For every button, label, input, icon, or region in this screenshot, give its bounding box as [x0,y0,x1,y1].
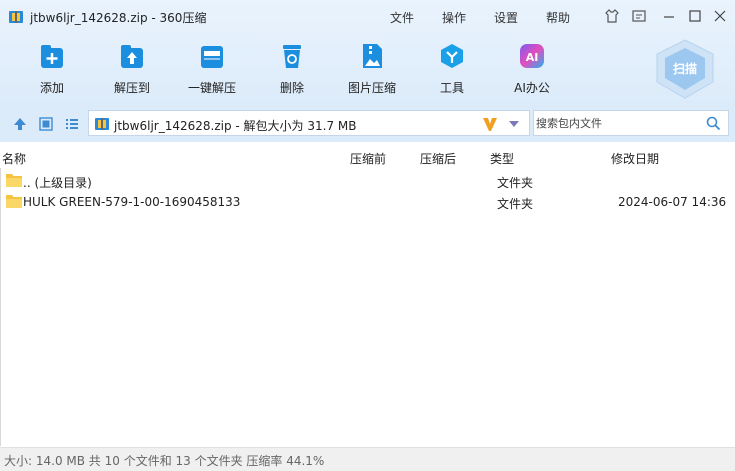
ai-office-icon: AI [520,44,544,68]
up-arrow-icon[interactable] [12,116,28,132]
search-input[interactable] [536,114,701,132]
close-button[interactable] [711,7,729,25]
shirt-icon [605,9,619,23]
menu-help[interactable]: 帮助 [546,9,570,26]
message-icon [632,10,646,22]
file-type: 文件夹 [497,176,534,190]
address-field[interactable]: jtbw6ljr_142628.zip - 解包大小为 31.7 MB [88,110,530,136]
thumbnail-view-icon[interactable] [38,116,54,132]
toolbar-add-label: 添加 [39,81,64,95]
search-icon[interactable] [706,116,721,131]
toolbar-one-click-extract-button[interactable]: 一键解压 [180,42,244,98]
list-view-icon[interactable] [64,116,80,132]
menu-operate[interactable]: 操作 [442,9,466,26]
toolbar-ai-office-button[interactable]: AI AI办公 [500,42,564,98]
file-name: .. (上级目录) [23,176,92,190]
column-compressed-header[interactable]: 压缩前 [350,150,386,167]
toolbar-delete-label: 删除 [279,81,304,95]
maximize-icon [689,10,701,22]
minimize-button[interactable] [660,7,678,25]
file-list: .. (上级目录) 文件夹 HULK GREEN-579-1-00-169045… [0,168,735,446]
add-icon [41,45,63,68]
toolbar-one-click-extract-label: 一键解压 [187,81,236,95]
table-row[interactable]: HULK GREEN-579-1-00-1690458133 文件夹 2024-… [1,191,734,213]
file-modified: 2024-06-07 14:36 [618,195,727,209]
toolbar-delete-button[interactable]: 删除 [260,42,324,98]
zip-file-icon [95,118,109,130]
toolbar-image-compress-label: 图片压缩 [347,81,396,95]
menu-file[interactable]: 文件 [390,9,414,26]
maximize-button[interactable] [686,7,704,25]
menu-settings[interactable]: 设置 [494,9,518,26]
column-name-header[interactable]: 名称 [2,150,26,167]
top-panel: jtbw6ljr_142628.zip - 360压缩 文件 操作 设置 帮助 … [0,0,735,106]
toolbar-tools-button[interactable]: 工具 [420,42,484,98]
folder-icon [6,195,22,208]
extract-to-icon [121,45,143,68]
scan-button[interactable]: 扫描 [653,38,717,100]
status-bar: 大小: 14.0 MB 共 10 个文件和 13 个文件夹 压缩率 44.1% [0,447,735,471]
one-click-extract-icon [201,46,223,68]
search-box [533,110,729,136]
close-icon [714,10,726,22]
toolbar-add-button[interactable]: 添加 [20,42,84,98]
column-type-header[interactable]: 类型 [490,150,514,167]
minimize-icon [664,16,674,18]
v-logo-icon[interactable] [481,115,499,133]
skin-button[interactable] [603,7,621,25]
image-compress-icon [363,44,382,68]
delete-icon [283,45,301,68]
address-text: jtbw6ljr_142628.zip - 解包大小为 31.7 MB [114,119,357,133]
toolbar-tools-label: 工具 [439,81,464,95]
table-row[interactable]: .. (上级目录) 文件夹 [1,170,734,192]
folder-icon [6,174,22,187]
scan-label: 扫描 [672,62,697,76]
column-header: 名称 压缩前 压缩后 类型 修改日期 [0,146,735,168]
status-text: 大小: 14.0 MB 共 10 个文件和 13 个文件夹 压缩率 44.1% [4,454,325,468]
feedback-button[interactable] [630,7,648,25]
file-name: HULK GREEN-579-1-00-1690458133 [23,195,241,209]
toolbar-extract-to-label: 解压到 [113,81,150,95]
toolbar-extract-to-button[interactable]: 解压到 [100,42,164,98]
column-modified-header[interactable]: 修改日期 [611,150,659,167]
svg-text:AI: AI [526,51,539,64]
toolbar-ai-office-label: AI办公 [514,81,550,95]
column-original-header[interactable]: 压缩后 [420,150,456,167]
window-title: jtbw6ljr_142628.zip - 360压缩 [30,11,207,25]
chevron-down-icon[interactable] [508,120,520,128]
tools-icon [441,44,463,68]
app-logo-icon [9,11,23,23]
toolbar-image-compress-button[interactable]: 图片压缩 [340,42,404,98]
title-bar: jtbw6ljr_142628.zip - 360压缩 文件 操作 设置 帮助 [0,0,735,32]
file-type: 文件夹 [497,197,534,211]
